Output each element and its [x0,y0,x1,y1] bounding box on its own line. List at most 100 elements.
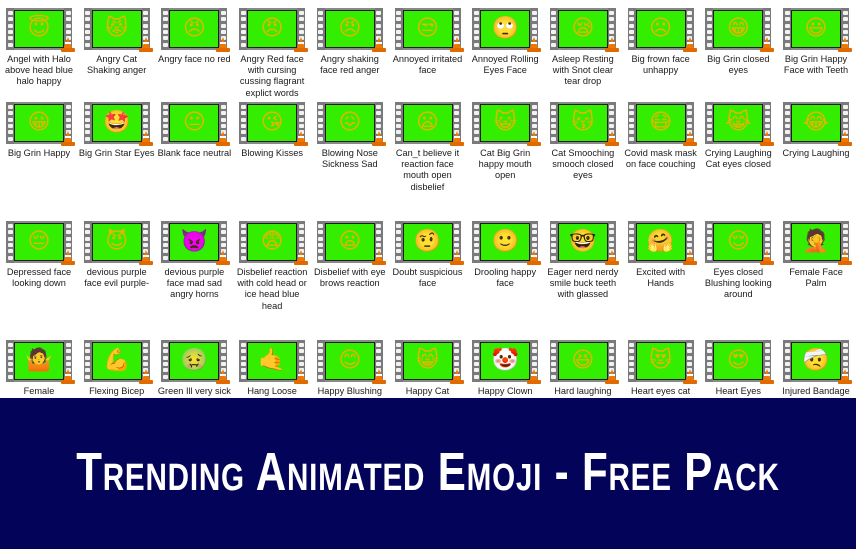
green-screen-frame: 👿 [169,223,220,261]
video-file-item[interactable]: 😽 Cat Smooching smooch closed eyes [544,102,622,182]
video-file-item[interactable]: 😒 Annoyed irritated face [389,8,467,76]
green-screen-frame: 😠 [324,10,375,48]
video-file-item[interactable]: 😈 devious purple face evil purple- [78,221,156,289]
video-file-item[interactable]: 😇 Angel with Halo above head blue halo ha… [0,8,78,88]
video-file-item[interactable]: 😹 Crying Laughing Cat eyes closed [699,102,777,170]
green-screen-frame: 😨 [247,223,298,261]
green-screen-frame: 😖 [324,104,375,142]
vlc-cone-icon [61,369,75,384]
video-thumbnail: 😇 [6,8,75,52]
video-file-item[interactable]: 😨 Disbelief reaction with cold head or ic… [233,221,311,312]
video-file-item[interactable]: 😔 Depressed face looking down [0,221,78,289]
video-file-item[interactable]: 🤓 Eager nerd nerdy smile buck teeth with … [544,221,622,301]
film-strip-icon [705,221,714,263]
film-strip-icon [549,340,558,382]
video-file-item[interactable]: 😻 Heart eyes cat [622,340,700,397]
film-strip-icon [316,340,325,382]
green-screen-frame: 🤨 [402,223,453,261]
green-screen-frame: 😂 [791,104,841,142]
video-file-item[interactable]: 😪 Asleep Resting with Snot clear tear dro… [544,8,622,88]
video-file-item[interactable]: 😊 Happy Blushing [311,340,389,397]
video-thumbnail: 😠 [316,8,386,52]
vlc-cone-icon [138,250,153,265]
video-file-item[interactable]: 🤢 Green Ill very sick [155,340,233,397]
video-file-item[interactable]: 🤗 Excited with Hands [622,221,700,289]
emoji-icon: 😈 [105,229,129,254]
vlc-cone-icon [527,369,542,384]
emoji-icon: 😃 [804,16,828,41]
video-file-item[interactable]: 😘 Blowing Kisses [233,102,311,159]
file-name-label: Depressed face looking down [6,267,72,289]
video-file-item[interactable]: 😺 Cat Big Grin happy mouth open [466,102,544,182]
film-strip-icon [627,221,636,263]
vlc-cone-icon [604,369,619,384]
video-file-item[interactable]: 😀 Big Grin Happy [0,102,78,159]
green-screen-frame: 😆 [557,342,608,380]
video-file-item[interactable]: 😸 Happy Cat [389,340,467,397]
video-file-item[interactable]: 😍 Heart Eyes [699,340,777,397]
video-file-item[interactable]: 🤡 Happy Clown [466,340,544,397]
video-thumbnail: 😒 [394,8,464,52]
video-thumbnail: 😾 [83,8,153,52]
video-file-item[interactable]: 😠 Angry Red face with cursing cussing fla… [233,8,311,99]
film-strip-icon [83,221,92,263]
green-screen-frame: 😸 [402,342,453,380]
video-file-item[interactable]: 🤦 Female Face Palm [777,221,855,289]
video-file-item[interactable]: 😂 Crying Laughing [777,102,855,159]
emoji-icon: 😦 [338,229,362,254]
video-file-item[interactable]: 😃 Big Grin Happy Face with Teeth [777,8,855,76]
video-file-item[interactable]: 😆 Hard laughing [544,340,622,397]
green-screen-frame: 😦 [324,223,375,261]
video-file-item[interactable]: 🙄 Annoyed Rolling Eyes Face [466,8,544,76]
emoji-icon: 😠 [260,16,284,41]
video-file-item[interactable]: 😾 Angry Cat Shaking anger [78,8,156,76]
emoji-icon: 🤙 [258,348,286,373]
vlc-cone-icon [61,131,75,146]
video-file-item[interactable]: 😦 Can_t believe it reaction face mouth op… [389,102,467,193]
file-name-label: Cat Big Grin happy mouth open [478,148,532,181]
green-screen-frame: 🤡 [480,342,531,380]
film-strip-icon [161,8,170,50]
emoji-icon: 😇 [27,16,51,41]
emoji-icon: 🤷 [25,348,53,373]
video-file-item[interactable]: 🙂 Drooling happy face [466,221,544,289]
emoji-icon: 😽 [571,110,595,135]
video-file-item[interactable]: 😌 Eyes closed Blushing looking around [699,221,777,301]
file-name-label: Annoyed irritated face [392,54,463,76]
vlc-cone-icon [604,131,619,146]
video-file-item[interactable]: 😖 Blowing Nose Sickness Sad [311,102,389,170]
video-file-item[interactable]: 😐 Blank face neutral [155,102,233,159]
video-file-item[interactable]: 🤩 Big Grin Star Eyes [78,102,156,159]
video-file-item[interactable]: 😦 Disbelief with eye brows reaction [311,221,389,289]
film-strip-icon [472,102,481,144]
emoji-icon: 💪 [102,348,131,373]
video-thumbnail: 😠 [239,8,309,52]
emoji-icon: 🤡 [491,348,519,373]
video-file-item[interactable]: 💪 Flexing Bicep [78,340,156,397]
video-file-item[interactable]: 😠 Angry face no red [155,8,233,65]
video-file-item[interactable]: 😠 Angry shaking face red anger [311,8,389,76]
video-file-item[interactable]: 🤕 Injured Bandage [777,340,855,397]
video-file-item[interactable]: 😁 Big Grin closed eyes [699,8,777,76]
video-file-item[interactable]: ☹ Big frown face unhappy [622,8,700,76]
video-file-item[interactable]: 👿 devious purple face mad sad angry horns [155,221,233,301]
film-strip-icon [161,102,170,144]
video-file-item[interactable]: 🤷 Female [0,340,78,397]
film-strip-icon [472,221,481,263]
video-file-item[interactable]: 🤙 Hang Loose [233,340,311,397]
video-thumbnail: 😂 [783,102,852,146]
video-file-item[interactable]: 😷 Covid mask mask on face couching [622,102,700,170]
vlc-cone-icon [527,131,542,146]
video-file-item[interactable]: 🤨 Doubt suspicious face [389,221,467,289]
emoji-icon: 🤩 [102,110,131,135]
video-thumbnail: 😽 [549,102,619,146]
file-name-label: Angry Cat Shaking anger [87,54,147,76]
video-thumbnail: 😦 [316,221,386,265]
video-thumbnail: 😷 [627,102,697,146]
file-name-label: Crying Laughing [782,148,850,158]
vlc-cone-icon [216,37,231,52]
vlc-cone-icon [760,369,775,384]
video-thumbnail: 😊 [316,340,386,384]
emoji-icon: 😺 [493,110,517,135]
vlc-cone-icon [294,250,309,265]
